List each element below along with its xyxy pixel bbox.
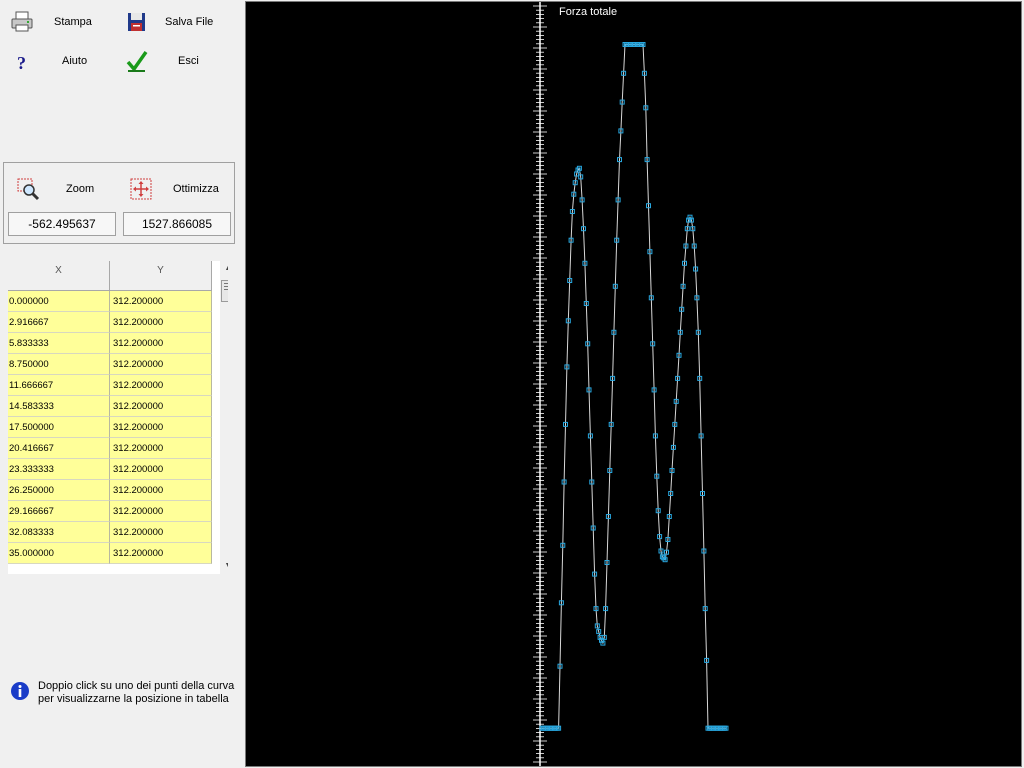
- cell-x[interactable]: 29.166667: [8, 501, 110, 522]
- scroll-thumb[interactable]: [221, 280, 228, 302]
- force-chart[interactable]: [246, 2, 1021, 766]
- scroll-up-arrow-icon[interactable]: ▲: [220, 261, 228, 277]
- optimize-label: Ottimizza: [173, 183, 219, 195]
- optimize-button[interactable]: Ottimizza: [129, 174, 229, 204]
- cell-x[interactable]: 26.250000: [8, 480, 110, 501]
- table-row[interactable]: 8.750000 312.200000: [8, 354, 212, 375]
- info-text: Doppio click su uno dei punti della curv…: [38, 680, 235, 705]
- exit-button[interactable]: Esci: [125, 46, 235, 76]
- table-row[interactable]: 23.333333 312.200000: [8, 459, 212, 480]
- zoom-button[interactable]: Zoom: [16, 174, 116, 204]
- zoom-label: Zoom: [66, 183, 95, 195]
- cell-y[interactable]: 312.200000: [110, 312, 212, 333]
- column-header-x[interactable]: X: [8, 261, 110, 291]
- cell-x[interactable]: 5.833333: [8, 333, 110, 354]
- table-row[interactable]: 5.833333 312.200000: [8, 333, 212, 354]
- table-row[interactable]: 2.916667 312.200000: [8, 312, 212, 333]
- save-file-button[interactable]: Salva File: [125, 7, 235, 37]
- cursor-x-value: -562.495637: [8, 212, 116, 236]
- help-label: Aiuto: [62, 55, 88, 67]
- cell-y[interactable]: 312.200000: [110, 543, 212, 564]
- cell-y[interactable]: 312.200000: [110, 396, 212, 417]
- cell-x[interactable]: 2.916667: [8, 312, 110, 333]
- scroll-down-arrow-icon[interactable]: ▼: [220, 558, 228, 574]
- checkmark-icon: [126, 50, 148, 72]
- cell-x[interactable]: 23.333333: [8, 459, 110, 480]
- zoom-magnifier-icon: [17, 178, 40, 201]
- cell-x[interactable]: 11.666667: [8, 375, 110, 396]
- cell-y[interactable]: 312.200000: [110, 375, 212, 396]
- cell-y[interactable]: 312.200000: [110, 417, 212, 438]
- data-table[interactable]: X Y 0.000000 312.200000 2.916667 312.200000…: [8, 261, 228, 574]
- printer-icon: [11, 11, 33, 32]
- floppy-disk-icon: [128, 13, 145, 31]
- cursor-y-value: 1527.866085: [123, 212, 231, 236]
- column-header-y[interactable]: Y: [110, 261, 212, 291]
- help-button[interactable]: ? Aiuto: [10, 46, 110, 76]
- cell-y[interactable]: 312.200000: [110, 459, 212, 480]
- svg-text:?: ?: [17, 53, 26, 73]
- cell-x[interactable]: 20.416667: [8, 438, 110, 459]
- control-panel: Stampa Salva File ? Aiuto Esci Zoom Otti…: [0, 0, 244, 768]
- cell-x[interactable]: 8.750000: [8, 354, 110, 375]
- print-button[interactable]: Stampa: [10, 7, 110, 37]
- table-row[interactable]: 26.250000 312.200000: [8, 480, 212, 501]
- table-row[interactable]: 17.500000 312.200000: [8, 417, 212, 438]
- chart-area[interactable]: Forza totale: [245, 1, 1022, 767]
- question-mark-icon: ?: [17, 53, 26, 73]
- table-row[interactable]: 29.166667 312.200000: [8, 501, 212, 522]
- cell-y[interactable]: 312.200000: [110, 291, 212, 312]
- cell-y[interactable]: 312.200000: [110, 333, 212, 354]
- series-line: [542, 44, 726, 729]
- cell-y[interactable]: 312.200000: [110, 480, 212, 501]
- cell-x[interactable]: 35.000000: [8, 543, 110, 564]
- table-row[interactable]: 0.000000 312.200000: [8, 291, 212, 312]
- fit-to-window-icon: [130, 178, 152, 200]
- exit-label: Esci: [178, 55, 199, 67]
- cell-x[interactable]: 0.000000: [8, 291, 110, 312]
- table-row[interactable]: 35.000000 312.200000: [8, 543, 212, 564]
- cell-y[interactable]: 312.200000: [110, 438, 212, 459]
- cell-y[interactable]: 312.200000: [110, 501, 212, 522]
- table-row[interactable]: 11.666667 312.200000: [8, 375, 212, 396]
- table-row[interactable]: 14.583333 312.200000: [8, 396, 212, 417]
- save-file-label: Salva File: [165, 16, 214, 28]
- cell-x[interactable]: 17.500000: [8, 417, 110, 438]
- table-scrollbar[interactable]: ▲ ▼: [220, 261, 228, 574]
- cell-x[interactable]: 32.083333: [8, 522, 110, 543]
- cell-y[interactable]: 312.200000: [110, 522, 212, 543]
- table-row[interactable]: 20.416667 312.200000: [8, 438, 212, 459]
- info-icon: [11, 682, 29, 700]
- table-row[interactable]: 32.083333 312.200000: [8, 522, 212, 543]
- print-label: Stampa: [54, 16, 92, 28]
- cell-x[interactable]: 14.583333: [8, 396, 110, 417]
- table-rows: 0.000000 312.200000 2.916667 312.200000 5.83…: [8, 291, 212, 564]
- cell-y[interactable]: 312.200000: [110, 354, 212, 375]
